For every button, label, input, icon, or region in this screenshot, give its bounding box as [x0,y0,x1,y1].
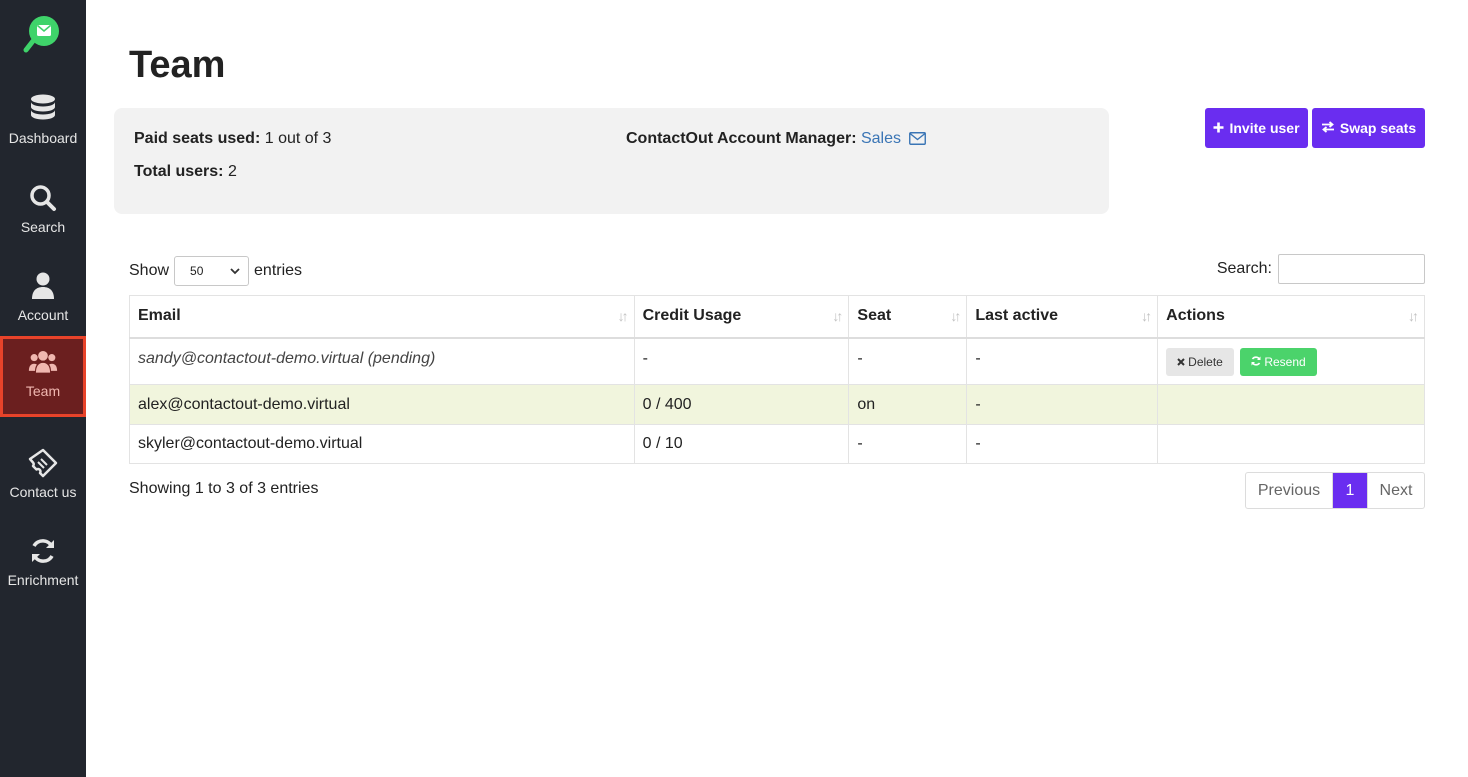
total-users-value: 2 [223,163,237,180]
pagination-next-button[interactable]: Next [1367,473,1424,508]
sidebar-item-enrichment[interactable]: Enrichment [0,526,86,606]
envelope-icon[interactable] [909,132,927,150]
cell-seat: on [848,384,968,425]
total-users-info: Total users: 2 [134,163,237,181]
delete-user-button[interactable]: Delete [1166,347,1234,376]
column-header-email[interactable]: Email ↓↑ [129,295,635,339]
search-input[interactable] [1278,254,1425,284]
search-label: Search: [1216,260,1272,277]
pagination: Previous 1 Next [1245,472,1425,509]
refresh-icon [28,536,58,566]
sidebar-item-account[interactable]: Account [0,261,86,341]
page-title: Team [129,44,226,86]
paid-seats-value: 1 out of 3 [260,130,332,147]
team-info-panel: Paid seats used: 1 out of 3 Total users:… [114,108,1109,214]
cell-actions: Delete Resend [1157,337,1425,385]
invite-user-label: Invite user [1229,120,1300,136]
paid-seats-info: Paid seats used: 1 out of 3 [134,130,331,148]
column-header-seat[interactable]: Seat ↓↑ [848,295,968,339]
cell-credit-usage: - [633,337,850,385]
show-label: Show [129,262,170,279]
column-header-actions[interactable]: Actions ↓↑ [1157,295,1425,339]
swap-seats-button[interactable]: Swap seats [1312,108,1425,148]
table-row: skyler@contactout-demo.virtual 0 / 10 - … [129,424,1425,464]
account-manager-label: ContactOut Account Manager: [626,130,857,147]
entries-select-value: 50 [190,264,204,278]
database-icon [28,94,58,124]
close-icon [1177,355,1185,369]
delete-label: Delete [1188,354,1223,369]
sidebar-item-label: Account [17,307,69,323]
pagination-previous-button[interactable]: Previous [1246,473,1333,508]
user-icon [28,271,58,301]
table-header-row: Email ↓↑ Credit Usage ↓↑ Seat ↓↑ Last activ… [129,295,1425,339]
cell-actions [1157,424,1425,464]
paid-seats-label: Paid seats used: [134,130,261,147]
sort-icon: ↓↑ [617,308,629,324]
sidebar: Dashboard Search Account Team Contact us… [0,0,86,777]
column-header-credit-usage[interactable]: Credit Usage ↓↑ [633,295,850,339]
sort-icon: ↓↑ [1141,308,1152,324]
sort-icon: ↓↑ [1408,308,1419,324]
team-table: Email ↓↑ Credit Usage ↓↑ Seat ↓↑ Last activ… [129,295,1425,464]
refresh-icon [1251,355,1261,369]
sidebar-item-label: Team [25,383,61,399]
cell-credit-usage: 0 / 10 [633,424,850,464]
resend-invite-button[interactable]: Resend [1240,347,1317,376]
total-users-label: Total users: [134,163,224,180]
sidebar-item-contact-us[interactable]: Contact us [0,438,86,518]
account-manager-info: ContactOut Account Manager: Sales [626,130,927,150]
column-header-last-active[interactable]: Last active ↓↑ [966,295,1159,339]
chevron-down-icon [230,264,240,278]
invite-user-button[interactable]: Invite user [1205,108,1308,148]
cell-credit-usage: 0 / 400 [633,384,850,425]
sidebar-item-label: Enrichment [7,572,79,588]
users-group-icon [28,347,58,377]
cell-seat: - [848,337,968,385]
cell-email: skyler@contactout-demo.virtual [129,424,635,464]
contactout-logo-icon[interactable] [23,14,63,54]
table-info-text: Showing 1 to 3 of 3 entries [129,480,319,497]
cell-email: alex@contactout-demo.virtual [129,384,635,425]
cell-last-active: - [966,424,1159,464]
cell-seat: - [848,424,968,464]
cell-last-active: - [966,384,1159,425]
table-row: sandy@contactout-demo.virtual (pending) … [129,337,1425,385]
resend-label: Resend [1264,354,1306,369]
entries-select[interactable]: 50 [174,256,250,286]
sidebar-item-label: Search [20,219,66,235]
sidebar-item-label: Dashboard [8,130,78,146]
exchange-icon [1321,120,1335,136]
pagination-page-1[interactable]: 1 [1333,473,1367,508]
table-search: Search: [1217,254,1425,284]
entries-label: entries [254,262,303,279]
account-manager-link[interactable]: Sales [861,130,901,147]
sidebar-item-team[interactable]: Team [0,336,86,417]
sidebar-item-dashboard[interactable]: Dashboard [0,84,86,164]
search-icon [28,183,58,213]
sort-icon: ↓↑ [832,308,843,324]
ticket-icon [28,448,58,478]
table-row: alex@contactout-demo.virtual 0 / 400 on … [129,384,1425,425]
sidebar-item-label: Contact us [9,484,77,500]
sidebar-item-search[interactable]: Search [0,173,86,253]
swap-seats-label: Swap seats [1339,120,1417,136]
cell-actions [1157,384,1425,425]
sort-icon: ↓↑ [950,308,961,324]
cell-last-active: - [966,337,1159,385]
plus-icon [1213,120,1224,136]
cell-email: sandy@contactout-demo.virtual (pending) [129,337,635,385]
entries-length-control: Show 50 entries [129,256,302,286]
